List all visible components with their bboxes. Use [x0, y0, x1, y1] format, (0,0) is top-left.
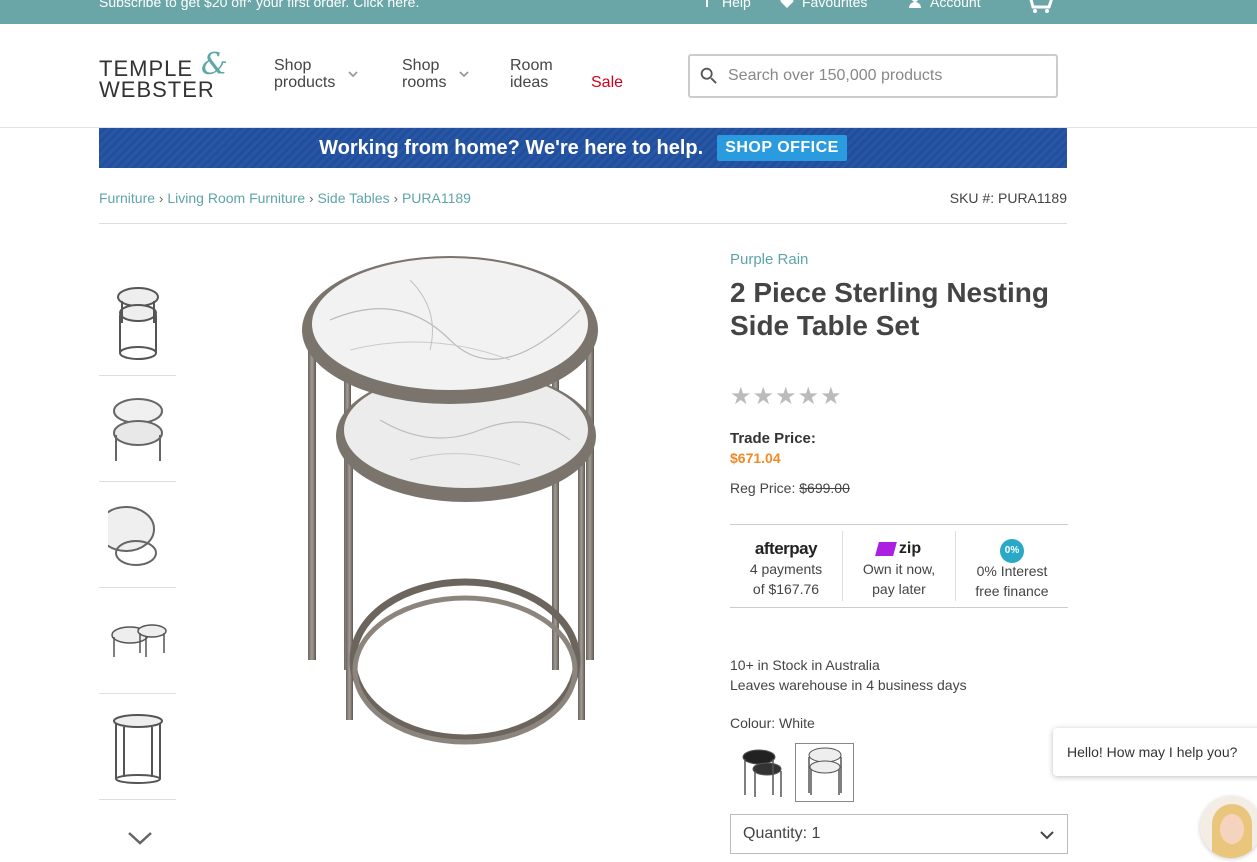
logo-line2: WEBSTER — [99, 77, 215, 102]
product-title: 2 Piece Sterling Nesting Side Table Set — [730, 277, 1049, 341]
black-tables-thumbnail — [742, 749, 782, 797]
nav-shop-products-line2: products — [274, 74, 336, 91]
search-input[interactable] — [728, 67, 1028, 85]
nav-room-ideas-line1: Room — [510, 57, 553, 74]
thumbnail-5[interactable] — [99, 694, 176, 800]
thumbnail-3[interactable] — [99, 482, 176, 588]
promo-bar: Subscribe to get $20 off* your first ord… — [0, 0, 1257, 24]
interest-free-icon: 0% — [956, 539, 1068, 563]
reg-price-label: Reg Price: — [730, 480, 796, 496]
colour-swatch-black[interactable] — [731, 743, 790, 802]
white-tables-thumbnail — [807, 747, 842, 795]
stock-line1: 10+ in Stock in Australia — [730, 657, 880, 673]
user-icon — [909, 0, 921, 8]
shop-office-button[interactable]: SHOP OFFICE — [717, 135, 847, 161]
chat-bubble[interactable]: Hello! How may I help you? — [1053, 728, 1257, 776]
avatar-face — [1220, 814, 1244, 844]
cart-link[interactable] — [1025, 0, 1053, 14]
nesting-tables-thumbnail — [112, 397, 163, 461]
breadcrumb: Furniture › Living Room Furniture › Side… — [99, 190, 471, 206]
cart-icon — [1029, 0, 1053, 13]
colour-label: Colour: White — [730, 715, 815, 731]
stock-info: 10+ in Stock in Australia Leaves warehou… — [730, 655, 967, 695]
nav-shop-products[interactable]: Shop products — [274, 57, 359, 91]
rating-stars[interactable]: ★★★★★ — [730, 382, 843, 411]
nav-shop-rooms-line2: rooms — [402, 74, 447, 91]
quantity-select[interactable]: Quantity: 1 — [730, 814, 1068, 854]
afterpay-line1: 4 payments — [749, 561, 823, 577]
nav-room-ideas-line2: ideas — [510, 74, 549, 91]
afterpay-line2: of $167.76 — [752, 581, 820, 597]
breadcrumb-separator: › — [309, 190, 314, 206]
account-link[interactable]: Account — [908, 0, 981, 10]
info-icon — [706, 0, 708, 7]
breadcrumb-current[interactable]: PURA1189 — [402, 190, 471, 206]
thumbnail-2[interactable] — [99, 376, 176, 482]
thumbnail-1[interactable] — [99, 270, 176, 376]
nav-shop-products-line1: Shop — [274, 57, 312, 74]
interest-line2: free finance — [975, 583, 1049, 599]
brand-link[interactable]: Purple Rain — [730, 251, 808, 268]
nav-shop-rooms-line1: Shop — [402, 57, 440, 74]
zip-line2: pay later — [872, 581, 926, 597]
sku-label: SKU #: PURA1189 — [949, 190, 1067, 206]
chevron-down-icon[interactable] — [127, 830, 153, 846]
nesting-tables-thumbnail — [116, 286, 159, 360]
favourites-label: Favourites — [802, 0, 868, 10]
zip-line1: Own it now, — [862, 561, 936, 577]
colour-swatch-white[interactable] — [795, 743, 854, 802]
payment-options: afterpay 4 payments of $167.76 zip Own i… — [730, 524, 1068, 608]
interest-line1: 0% Interest — [976, 563, 1048, 579]
chevron-down-icon — [459, 71, 470, 78]
account-label: Account — [930, 0, 981, 10]
trade-price-label: Trade Price: — [730, 430, 816, 447]
quantity-value: Quantity: 1 — [743, 825, 821, 842]
zip-logo: zip — [843, 539, 955, 559]
afterpay-logo: afterpay — [754, 539, 818, 558]
wfh-banner[interactable]: Working from home? We're here to help. S… — [99, 128, 1067, 168]
nesting-tables-thumbnail — [110, 623, 167, 657]
help-link[interactable]: Help — [700, 0, 751, 10]
promo-link[interactable]: Subscribe to get $20 off* your first ord… — [99, 0, 419, 10]
reg-price-value: $699.00 — [799, 480, 850, 496]
divider — [99, 223, 1067, 224]
nav-shop-rooms[interactable]: Shop rooms — [402, 57, 470, 91]
search-box[interactable] — [688, 54, 1058, 98]
nav-room-ideas[interactable]: Room ideas — [510, 57, 553, 91]
regular-price: Reg Price: $699.00 — [730, 480, 850, 496]
site-header: TEMPLE & WEBSTER Shop products Shop room… — [0, 24, 1257, 128]
temple-webster-logo[interactable]: TEMPLE & WEBSTER — [99, 47, 234, 102]
product-image[interactable] — [290, 250, 610, 750]
breadcrumb-separator: › — [393, 190, 398, 206]
nav-sale[interactable]: Sale — [591, 74, 623, 91]
chat-message: Hello! How may I help you? — [1067, 744, 1238, 760]
nesting-tables-thumbnail — [107, 505, 157, 566]
chevron-down-icon — [348, 71, 359, 78]
nesting-tables-thumbnail — [112, 713, 163, 784]
favourites-link[interactable]: Favourites — [780, 0, 867, 10]
search-icon — [700, 67, 717, 84]
help-label: Help — [722, 0, 751, 10]
thumbnail-list — [99, 270, 176, 800]
zip-option[interactable]: zip Own it now, pay later — [843, 531, 956, 601]
interest-free-option[interactable]: 0% 0% Interest free finance — [956, 531, 1068, 601]
chevron-down-icon — [1040, 831, 1054, 840]
banner-message: Working from home? We're here to help. — [319, 136, 704, 159]
breadcrumb-living-room[interactable]: Living Room Furniture — [167, 190, 305, 206]
heart-icon — [780, 0, 794, 8]
stock-line2: Leaves warehouse in 4 business days — [730, 677, 967, 693]
breadcrumb-side-tables[interactable]: Side Tables — [317, 190, 389, 206]
thumbnail-4[interactable] — [99, 588, 176, 694]
breadcrumb-furniture[interactable]: Furniture — [99, 190, 155, 206]
trade-price: $671.04 — [730, 450, 781, 466]
breadcrumb-separator: › — [159, 190, 164, 206]
chat-avatar[interactable] — [1200, 796, 1257, 858]
afterpay-option[interactable]: afterpay 4 payments of $167.76 — [730, 531, 843, 601]
